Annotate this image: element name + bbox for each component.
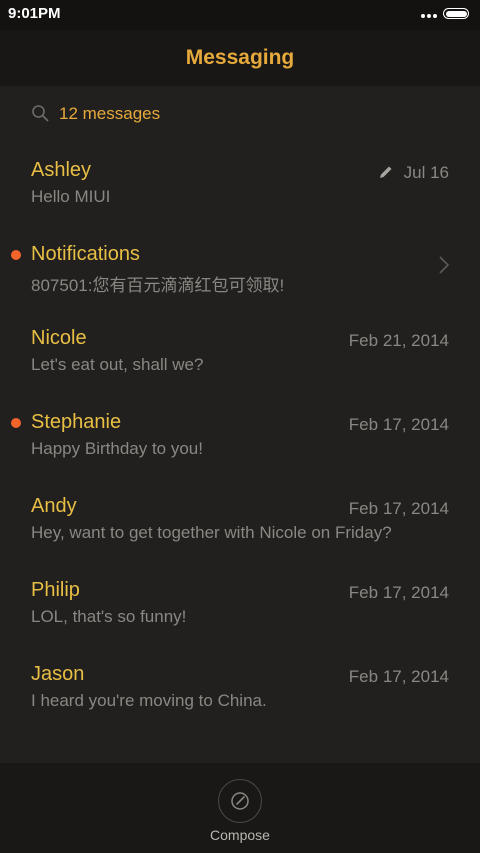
contact-name: Notifications — [31, 243, 140, 265]
message-date: Feb 17, 2014 — [348, 667, 449, 686]
battery-icon — [443, 8, 469, 19]
contact-name: Ashley — [31, 159, 92, 181]
unread-dot-icon — [11, 250, 21, 260]
contact-name: Nicole — [31, 327, 87, 349]
compose-icon — [231, 792, 249, 810]
message-date: Feb 17, 2014 — [348, 583, 449, 602]
messaging-screen: 9:01PM Messaging 12 messages Ashley Hello… — [0, 0, 480, 853]
conversation-item[interactable]: Ashley Hello MIUI Jul 16 — [0, 144, 480, 228]
message-preview: Hey, want to get together with Nicole on… — [31, 523, 392, 542]
search-icon — [32, 105, 49, 122]
conversation-item[interactable]: Nicole Let's eat out, shall we? Feb 21, 20… — [0, 312, 480, 396]
conversation-item[interactable]: Stephanie Happy Birthday to you! Feb 17, 2… — [0, 396, 480, 480]
conversation-item[interactable]: Andy Hey, want to get together with Nicol… — [0, 480, 480, 564]
chevron-right-icon — [439, 256, 450, 274]
contact-name: Jason — [31, 663, 85, 685]
status-bar: 9:01PM — [0, 0, 480, 30]
conversation-item[interactable]: Jason I heard you're moving to China. Feb … — [0, 648, 480, 732]
message-preview: Happy Birthday to you! — [31, 439, 203, 458]
message-preview: 807501:您有百元滴滴红包可领取! — [31, 276, 285, 295]
message-preview: Hello MIUI — [31, 187, 111, 206]
message-date: Jul 16 — [403, 163, 449, 182]
contact-name: Philip — [31, 579, 80, 601]
message-count: 12 messages — [59, 104, 161, 123]
conversation-item[interactable]: Philip LOL, that's so funny! Feb 17, 2014 — [0, 564, 480, 648]
message-preview: Let's eat out, shall we? — [31, 355, 204, 374]
status-time: 9:01PM — [8, 5, 61, 22]
contact-name: Stephanie — [31, 411, 122, 433]
conversation-list: Ashley Hello MIUI Jul 16 Notifications 80750… — [0, 144, 480, 732]
contact-name: Andy — [31, 495, 77, 517]
unread-dot-icon — [11, 418, 21, 428]
message-date: Feb 17, 2014 — [348, 499, 449, 518]
message-preview: I heard you're moving to China. — [31, 691, 267, 710]
conversation-item[interactable]: Notifications 807501:您有百元滴滴红包可领取! — [0, 228, 480, 312]
pencil-draft-icon — [380, 166, 392, 178]
search-bar[interactable]: 12 messages — [0, 96, 480, 134]
message-date: Feb 21, 2014 — [348, 331, 449, 350]
message-preview: LOL, that's so funny! — [31, 607, 187, 626]
bottom-bar: Compose — [0, 763, 480, 853]
message-date: Feb 17, 2014 — [348, 415, 449, 434]
app-header: Messaging — [0, 30, 480, 86]
compose-label: Compose — [210, 827, 270, 843]
battery-level — [445, 10, 467, 17]
more-notifications-icon — [421, 14, 437, 18]
compose-button[interactable] — [218, 779, 262, 823]
page-title: Messaging — [185, 46, 295, 69]
